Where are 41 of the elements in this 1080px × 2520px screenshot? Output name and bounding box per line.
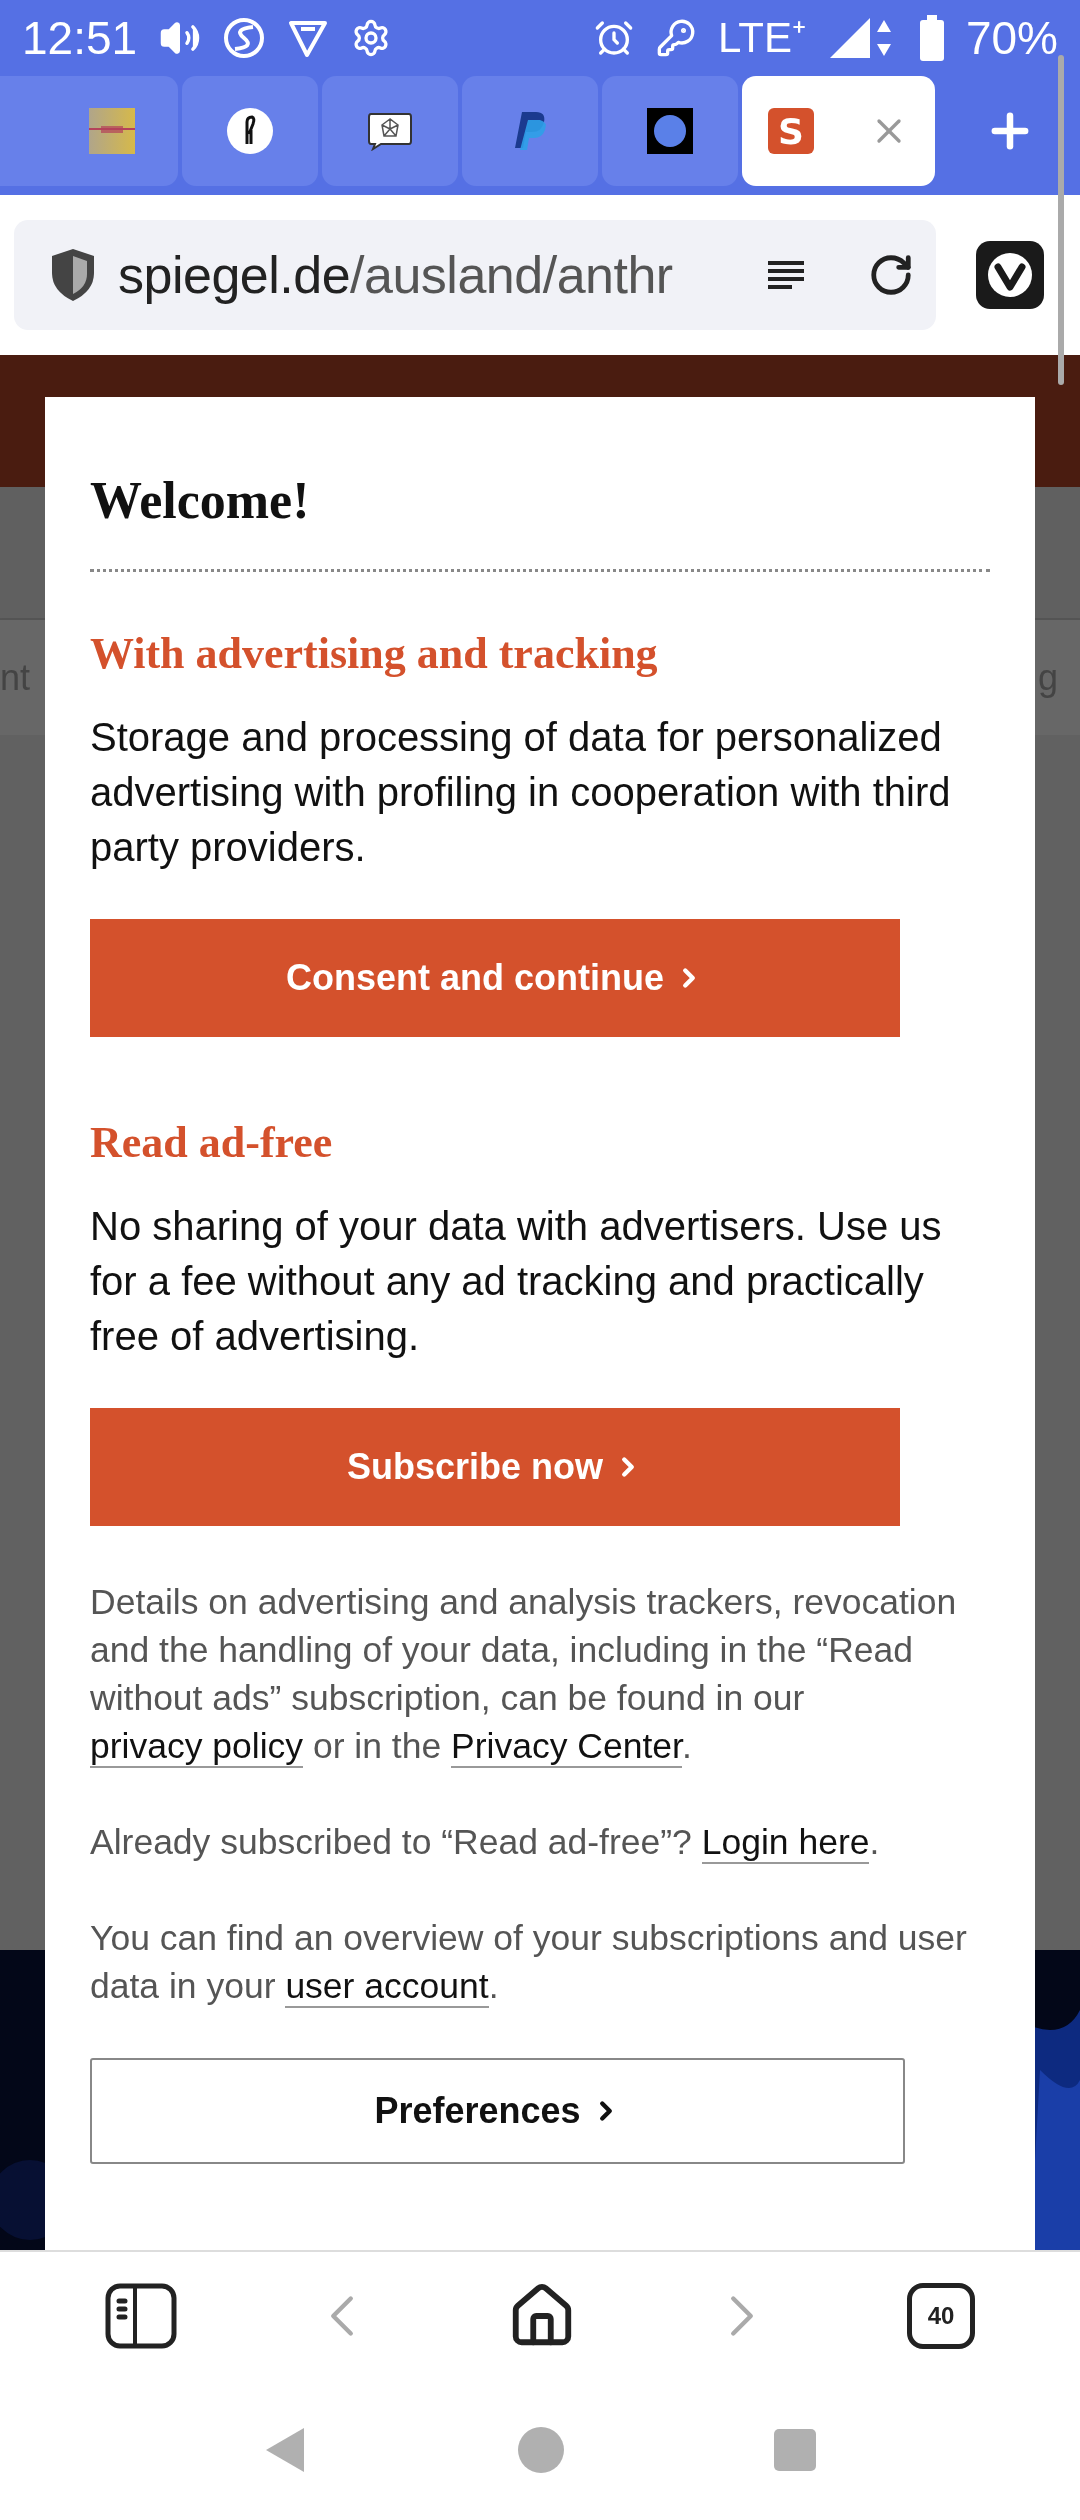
- browser-logo-icon[interactable]: [976, 241, 1044, 309]
- overlapping-shapes-icon: [512, 110, 548, 152]
- address-field[interactable]: spiegel.de/ausland/anthr: [14, 220, 936, 330]
- key-icon: [656, 18, 696, 58]
- info-text: You can find an overview of your subscriptions and user data in your user account.: [90, 1917, 968, 2010]
- favicon-icon: [89, 108, 135, 154]
- section-heading: Read ad-free: [90, 1121, 334, 1165]
- s-circle-icon: [223, 17, 266, 59]
- reload-icon[interactable]: [868, 252, 914, 298]
- browser-tab[interactable]: [322, 76, 458, 186]
- shield-icon: [50, 247, 96, 303]
- info-text: Already subscribed to “Read ad-free”? Login here.: [90, 1821, 881, 1866]
- favicon-icon: [227, 108, 273, 154]
- battery-level: 70%: [965, 15, 1058, 61]
- clock-time: 12:51: [22, 15, 138, 61]
- text-link[interactable]: Privacy Center: [451, 1726, 682, 1768]
- info-text: Details on advertising and analysis trackers, revocation and the handling of your data, including in the “Read without ads” subscription, can be found in our privacy policy or in the Privacy Center.: [90, 1581, 958, 1770]
- favicon-icon: S: [768, 108, 814, 154]
- text-link[interactable]: Login here: [701, 1822, 870, 1864]
- text-link[interactable]: user account: [285, 1966, 489, 2008]
- alarm-icon: [594, 18, 634, 58]
- section-text: Storage and processing of data for personalized advertising with profiling in cooperation with third party providers.: [90, 714, 952, 871]
- text-link[interactable]: privacy policy: [90, 1726, 304, 1768]
- browser-tab[interactable]: [182, 76, 318, 186]
- browser-tab[interactable]: S: [742, 76, 935, 186]
- reader-icon[interactable]: [766, 259, 806, 291]
- dialog-title: Welcome!: [90, 475, 311, 527]
- network-icon: [367, 111, 413, 151]
- network-label: LTE⁺: [718, 17, 806, 59]
- browser-tab[interactable]: [462, 76, 598, 186]
- battery-icon: [919, 15, 944, 61]
- action-button[interactable]: Subscribe now: [90, 1408, 900, 1526]
- tab-count-button[interactable]: 40: [907, 2283, 975, 2349]
- action-button[interactable]: Consent and continue: [90, 919, 900, 1037]
- recents-icon[interactable]: [773, 2429, 816, 2471]
- panel-icon[interactable]: [105, 2283, 177, 2349]
- section-heading: With advertising and tracking: [90, 632, 659, 676]
- section-text: No sharing of your data with advertisers. Use us for a fee without any ad tracking and practically free of advertising.: [90, 1203, 943, 1360]
- url-text: spiegel.de/ausland/anthr: [118, 245, 674, 305]
- browser-tab[interactable]: [602, 76, 738, 186]
- preferences-button[interactable]: Preferences: [90, 2058, 905, 2164]
